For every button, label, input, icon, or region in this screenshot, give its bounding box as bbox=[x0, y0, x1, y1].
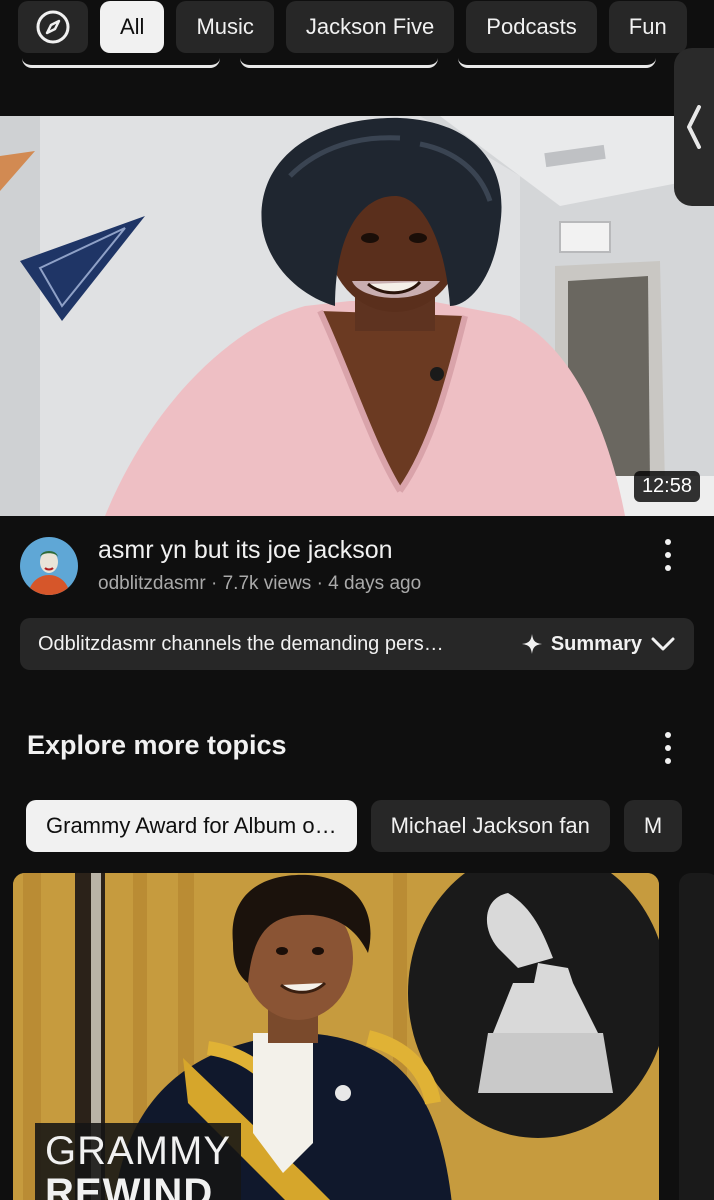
chevron-left-icon bbox=[687, 105, 701, 149]
video-more-options-button[interactable] bbox=[658, 539, 678, 571]
filter-chip-bar: All Music Jackson Five Podcasts Fun bbox=[0, 0, 714, 54]
topic-chip-grammy[interactable]: Grammy Award for Album o… bbox=[26, 800, 357, 852]
more-vert-icon bbox=[665, 732, 671, 738]
topic-chip-more[interactable]: M bbox=[623, 800, 683, 852]
channel-avatar[interactable] bbox=[20, 537, 78, 595]
summary-text: Odblitzdasmr channels the demanding pers… bbox=[38, 632, 444, 655]
chip-podcasts[interactable]: Podcasts bbox=[466, 1, 597, 53]
overlay-line-1: GRAMMY bbox=[45, 1129, 231, 1173]
side-panel-handle[interactable] bbox=[674, 48, 714, 206]
previous-shelf-edge bbox=[0, 58, 714, 70]
video-duration-badge: 12:58 bbox=[633, 471, 700, 502]
explore-button[interactable] bbox=[18, 1, 88, 53]
avatar-image bbox=[20, 537, 78, 595]
thumbnail-image bbox=[0, 116, 714, 516]
topic-chip-mj-fan[interactable]: Michael Jackson fan bbox=[370, 800, 610, 852]
compass-icon bbox=[36, 10, 70, 44]
video-title[interactable]: asmr yn but its joe jackson bbox=[98, 536, 393, 565]
chip-music[interactable]: Music bbox=[176, 1, 274, 53]
overlay-line-2: REWIND bbox=[45, 1171, 214, 1200]
summary-label: Summary bbox=[550, 632, 642, 655]
chip-jackson-five[interactable]: Jackson Five bbox=[285, 1, 455, 53]
summary-expand-button[interactable]: Summary bbox=[521, 633, 676, 656]
grammy-rewind-overlay: GRAMMY REWIND bbox=[35, 1123, 241, 1200]
video-thumbnail[interactable]: 12:58 bbox=[0, 116, 714, 516]
more-vert-icon bbox=[665, 539, 671, 545]
section-title: Explore more topics bbox=[27, 730, 287, 760]
topic-chip-row: Grammy Award for Album o… Michael Jackso… bbox=[26, 800, 714, 852]
chip-all[interactable]: All bbox=[100, 1, 165, 53]
video-metadata: odblitzdasmr · 7.7k views · 4 days ago bbox=[98, 573, 422, 594]
chip-fun[interactable]: Fun bbox=[608, 1, 687, 53]
sparkle-icon bbox=[521, 634, 542, 654]
chevron-down-icon bbox=[651, 637, 675, 651]
section-more-options-button[interactable] bbox=[658, 732, 678, 764]
topic-video-card[interactable]: GRAMMY REWIND bbox=[13, 873, 659, 1200]
ai-summary-bar[interactable]: Odblitzdasmr channels the demanding pers… bbox=[20, 618, 694, 670]
next-card-peek[interactable] bbox=[679, 873, 714, 1200]
